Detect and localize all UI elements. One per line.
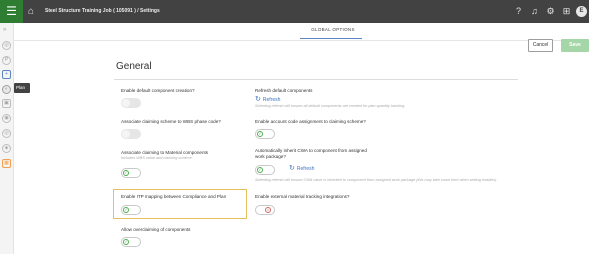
section-title: General [116, 61, 152, 72]
help-icon[interactable]: ? [513, 6, 524, 17]
top-bar: ☰ ⌂ Steel Structure Training Job ( 10509… [0, 0, 589, 23]
check-icon: ✓ [123, 207, 129, 213]
refresh-cwa-link[interactable]: ↻ Refresh [289, 165, 314, 173]
check-icon: ✓ [123, 239, 129, 245]
sidebar-item-2[interactable]: P [2, 56, 11, 65]
refresh-label: Refresh [296, 166, 315, 172]
toggle-external-material[interactable]: × [255, 205, 275, 215]
option-label-account-code: Enable account code assignment to claimi… [255, 119, 366, 124]
sidebar-item-5[interactable]: ▣ [2, 99, 11, 108]
toggle-default-component[interactable] [121, 98, 141, 108]
refresh-default-hint: Selecting refresh will ensure all defaul… [255, 104, 406, 108]
divider [114, 79, 518, 80]
sidebar: » ◎ P + ◐ ▣ ◉ ◎ ◈ ▦ [0, 23, 14, 254]
toggle-knob [122, 130, 130, 138]
refresh-default-link[interactable]: ↻ Refresh [255, 96, 280, 104]
chevron-right-icon[interactable]: » [3, 27, 6, 33]
option-label-wbs: Associate claiming scheme to WBS phase c… [121, 119, 221, 124]
option-hint-material: Includes WBS value and claiming scheme [121, 156, 192, 160]
bell-icon[interactable]: ♫ [529, 6, 540, 17]
option-label-refresh-default: Refresh default components [255, 88, 313, 93]
cancel-button[interactable]: Cancel [528, 39, 553, 52]
grid-icon[interactable]: ⊞ [561, 6, 572, 17]
tab-bar: GLOBAL OPTIONS [14, 23, 589, 41]
refresh-label: Refresh [262, 97, 281, 103]
sidebar-item-1[interactable]: ◎ [2, 41, 11, 50]
option-label-itp: Enable ITP mapping between Compliance an… [121, 194, 227, 199]
sidebar-item-8[interactable]: ◈ [2, 144, 11, 153]
sidebar-item-plan[interactable]: ◐ [2, 85, 11, 94]
settings-icon[interactable]: ⚙ [545, 6, 556, 17]
active-tab-indicator [300, 38, 362, 39]
toggle-material[interactable]: ✓ [121, 168, 141, 178]
toggle-itp[interactable]: ✓ [121, 205, 141, 215]
refresh-icon: ↻ [289, 165, 295, 172]
check-icon: ✓ [257, 167, 263, 173]
save-button[interactable]: Save [561, 39, 589, 52]
toggle-cwa[interactable]: ✓ [255, 165, 275, 175]
hamburger-icon[interactable]: ☰ [0, 0, 23, 23]
refresh-icon: ↻ [255, 96, 261, 103]
toggle-overclaiming[interactable]: ✓ [121, 237, 141, 247]
option-label-external-material: Enable external material tracking integr… [255, 194, 350, 199]
toggle-knob [122, 99, 130, 107]
check-icon: ✓ [257, 131, 263, 137]
toggle-account-code[interactable]: ✓ [255, 129, 275, 139]
option-label-overclaiming: Allow overclaiming of components [121, 227, 191, 232]
home-icon[interactable]: ⌂ [28, 6, 34, 17]
sidebar-item-9[interactable]: ▦ [2, 159, 11, 168]
sidebar-item-6[interactable]: ◉ [2, 114, 11, 123]
check-icon: ✓ [123, 170, 129, 176]
avatar[interactable]: E [576, 6, 587, 17]
option-label-default-component: Enable default component creation? [121, 88, 195, 93]
breadcrumb: Steel Structure Training Job ( 105091 ) … [45, 8, 160, 14]
sidebar-item-3[interactable]: + [2, 70, 11, 79]
close-icon: × [265, 207, 271, 213]
refresh-cwa-hint: Selecting refresh will ensure CWA value … [255, 178, 497, 182]
option-label-cwa-2: work package? [255, 154, 286, 159]
toggle-wbs[interactable] [121, 129, 141, 139]
sidebar-item-7[interactable]: ◎ [2, 129, 11, 138]
sidebar-tooltip: Plan [14, 83, 30, 93]
